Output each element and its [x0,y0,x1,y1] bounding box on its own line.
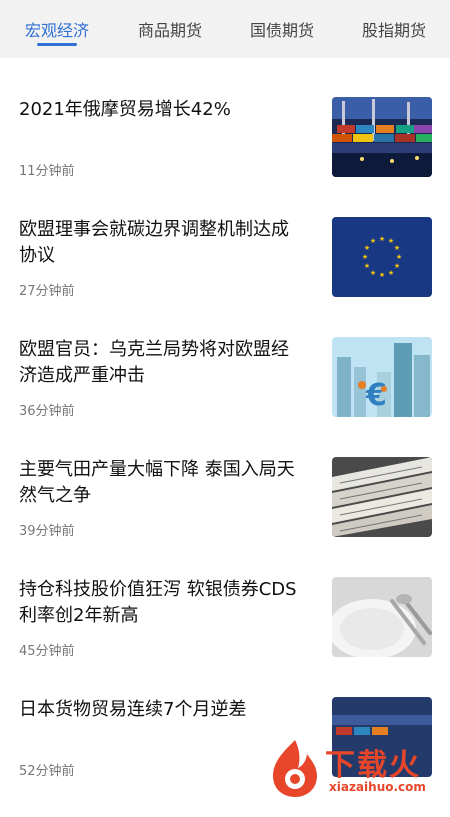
tab-stock-index-futures[interactable]: 股指期货 [362,17,426,41]
svg-text:★: ★ [364,244,370,252]
category-tab-bar: 宏观经济 商品期货 国债期货 股指期货 [0,0,450,58]
news-title: 持仓科技股价值狂泻 软银债券CDS 利率创2年新高 [19,577,315,629]
newspaper-stack-photo [332,457,432,537]
empty-plate-cutlery-photo [332,577,432,657]
container-port-photo [332,97,432,177]
tab-label: 商品期货 [138,21,203,40]
news-title-line: 主要气田产量大幅下降 泰国入局天 [19,459,295,480]
svg-text:★: ★ [379,271,385,279]
news-title-line: 然气之争 [19,485,91,506]
news-title: 欧盟理事会就碳边界调整机制达成 协议 [19,217,315,269]
news-title: 2021年俄摩贸易增长42% [19,97,315,123]
svg-text:★: ★ [396,253,402,261]
news-time: 52分钟前 [19,764,75,779]
news-title-line: 欧盟理事会就碳边界调整机制达成 [19,219,289,240]
tab-label: 股指期货 [362,21,427,40]
news-title: 主要气田产量大幅下降 泰国入局天 然气之争 [19,457,315,509]
watermark-url: xiazaihuo.com [329,780,426,794]
news-thumbnail [332,97,432,177]
tab-label: 国债期货 [250,21,315,40]
news-title-line: 2021年俄摩贸易增长42% [19,99,231,120]
euro-sign-skyscrapers-photo: € [332,337,432,417]
news-title-line: 持仓科技股价值狂泻 软银债券CDS [19,579,297,600]
tab-commodity-futures[interactable]: 商品期货 [138,17,202,41]
watermark-logo: 下载火 xiazaihuo.com [265,738,450,800]
news-time: 36分钟前 [19,404,75,419]
news-item[interactable]: 主要气田产量大幅下降 泰国入局天 然气之争 39分钟前 [0,457,450,577]
news-thumbnail: € [332,337,432,417]
news-title: 日本货物贸易连续7个月逆差 [19,697,315,723]
svg-text:★: ★ [370,269,376,277]
news-time: 27分钟前 [19,284,75,299]
tab-label: 宏观经济 [25,21,90,40]
news-thumbnail [332,577,432,657]
news-time: 39分钟前 [19,524,75,539]
svg-text:★: ★ [394,244,400,252]
flame-icon [273,740,317,797]
news-title-line: 利率创2年新高 [19,605,139,626]
svg-text:★: ★ [379,235,385,243]
svg-text:★: ★ [362,253,368,261]
news-title: 欧盟官员：乌克兰局势将对欧盟经 济造成严重冲击 [19,337,315,389]
news-time: 45分钟前 [19,644,75,659]
news-title-line: 日本货物贸易连续7个月逆差 [19,699,247,720]
svg-text:★: ★ [364,262,370,270]
tab-treasury-futures[interactable]: 国债期货 [250,17,314,41]
watermark-text: 下载火 [325,748,421,783]
news-title-line: 协议 [19,245,55,266]
news-item[interactable]: 2021年俄摩贸易增长42% 11分钟前 [0,97,450,217]
svg-text:★: ★ [370,237,376,245]
tab-macro-economy[interactable]: 宏观经济 [25,17,90,46]
news-item[interactable]: 持仓科技股价值狂泻 软银债券CDS 利率创2年新高 45分钟前 [0,577,450,697]
active-tab-indicator [37,43,78,46]
svg-text:★: ★ [388,269,394,277]
svg-text:★: ★ [394,262,400,270]
news-title-line: 欧盟官员：乌克兰局势将对欧盟经 [19,339,289,360]
news-thumbnail [332,457,432,537]
svg-text:€: € [365,378,387,413]
news-time: 11分钟前 [19,164,75,179]
news-item[interactable]: 欧盟理事会就碳边界调整机制达成 协议 27分钟前 ★ ★ ★ ★ ★ ★ ★ ★… [0,217,450,337]
news-title-line: 济造成严重冲击 [19,365,145,386]
news-thumbnail: ★ ★ ★ ★ ★ ★ ★ ★ ★ ★ ★ ★ [332,217,432,297]
news-item[interactable]: 欧盟官员：乌克兰局势将对欧盟经 济造成严重冲击 36分钟前 € [0,337,450,457]
eu-flag-photo: ★ ★ ★ ★ ★ ★ ★ ★ ★ ★ ★ ★ [332,217,432,297]
